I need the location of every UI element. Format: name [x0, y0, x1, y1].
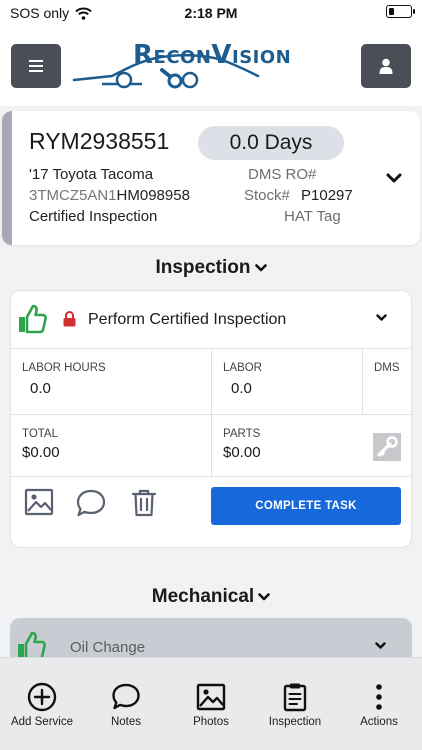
section-mechanical-title: Mechanical: [151, 586, 255, 607]
tab-photos[interactable]: Photos: [169, 682, 253, 728]
labor-hours-cell[interactable]: LABOR HOURS 0.0: [11, 349, 212, 415]
days-in-recon-badge: 0.0 Days: [198, 126, 344, 160]
app-header: ReconVision: [0, 26, 422, 106]
vin: 3TMCZ5AN1HM098958: [29, 187, 190, 204]
chevron-down-icon[interactable]: [386, 173, 402, 183]
labor-value: 0.0: [231, 380, 252, 397]
stock-number: RYM2938551: [29, 128, 170, 154]
image-icon: [196, 683, 226, 711]
stock-label: Stock#: [244, 187, 290, 204]
dms-cell: DMS: [363, 349, 411, 415]
total-cell: TOTAL $0.00: [11, 415, 212, 477]
bottom-tab-bar: Add Service Notes Photos Inspection Acti…: [0, 657, 422, 750]
parts-value: $0.00: [223, 444, 261, 461]
total-value: $0.00: [22, 444, 60, 461]
tab-label: Inspection: [268, 716, 322, 728]
user-button[interactable]: [361, 44, 411, 88]
section-mechanical-toggle[interactable]: Mechanical: [0, 586, 422, 608]
inspection-type: Certified Inspection: [29, 208, 158, 225]
task-title: Perform Certified Inspection: [88, 311, 287, 328]
parts-label: PARTS: [223, 428, 261, 440]
dms-ro-label: DMS RO#: [248, 166, 317, 183]
tab-inspection[interactable]: Inspection: [253, 682, 337, 728]
chevron-down-icon[interactable]: [375, 642, 386, 649]
thumbs-up-icon[interactable]: [16, 303, 48, 335]
tab-label: Actions: [360, 716, 398, 728]
vehicle-description: '17 Toyota Tacoma: [29, 166, 154, 183]
tag-label: HAT Tag: [284, 208, 341, 225]
lock-icon: [63, 311, 76, 327]
total-label: TOTAL: [22, 428, 58, 440]
oil-change-title: Oil Change: [70, 639, 146, 656]
comment-icon[interactable]: [75, 488, 107, 518]
tab-add-service[interactable]: Add Service: [0, 682, 84, 728]
labor-cell[interactable]: LABOR 0.0: [212, 349, 363, 415]
labor-hours-label: LABOR HOURS: [22, 362, 106, 374]
inspection-task-card: Perform Certified Inspection LABOR HOURS…: [10, 290, 412, 548]
trash-icon[interactable]: [129, 488, 159, 518]
chevron-down-icon: [254, 264, 267, 272]
vin-prefix: 3TMCZ5AN1: [29, 187, 117, 204]
tab-actions[interactable]: Actions: [337, 682, 421, 728]
dms-label: DMS: [374, 362, 400, 374]
clipboard-icon: [283, 683, 307, 712]
parts-cell[interactable]: PARTS $0.00: [212, 415, 411, 477]
section-inspection-toggle[interactable]: Inspection: [0, 257, 422, 279]
menu-button[interactable]: [11, 44, 61, 88]
complete-task-button[interactable]: COMPLETE TASK: [211, 487, 401, 525]
vehicle-card[interactable]: RYM2938551 0.0 Days '17 Toyota Tacoma DM…: [2, 111, 420, 245]
tab-label: Notes: [110, 716, 142, 728]
clock: 2:18 PM: [184, 5, 238, 21]
logo-wordmark: ReconVision: [133, 40, 292, 70]
status-bar: SOS only 2:18 PM: [0, 0, 422, 26]
chat-bubble-icon: [112, 683, 140, 710]
image-icon[interactable]: [24, 488, 54, 516]
parts-wrench-icon[interactable]: [373, 433, 401, 461]
task-header[interactable]: Perform Certified Inspection: [11, 291, 411, 349]
chevron-down-icon[interactable]: [376, 314, 387, 321]
section-inspection-title: Inspection: [155, 257, 251, 278]
chevron-down-icon: [258, 593, 271, 601]
vertical-dots-icon: [376, 684, 382, 710]
add-circle-icon: [27, 682, 57, 712]
battery-icon: [386, 5, 415, 18]
stock-value: P10297: [301, 187, 353, 204]
user-icon: [379, 58, 393, 74]
labor-hours-value: 0.0: [30, 380, 51, 397]
vin-suffix: HM098958: [116, 187, 190, 204]
labor-label: LABOR: [223, 362, 262, 374]
tab-notes[interactable]: Notes: [84, 682, 168, 728]
hamburger-icon: [29, 60, 43, 72]
tab-label: Add Service: [10, 716, 73, 728]
tab-label: Photos: [193, 716, 229, 728]
